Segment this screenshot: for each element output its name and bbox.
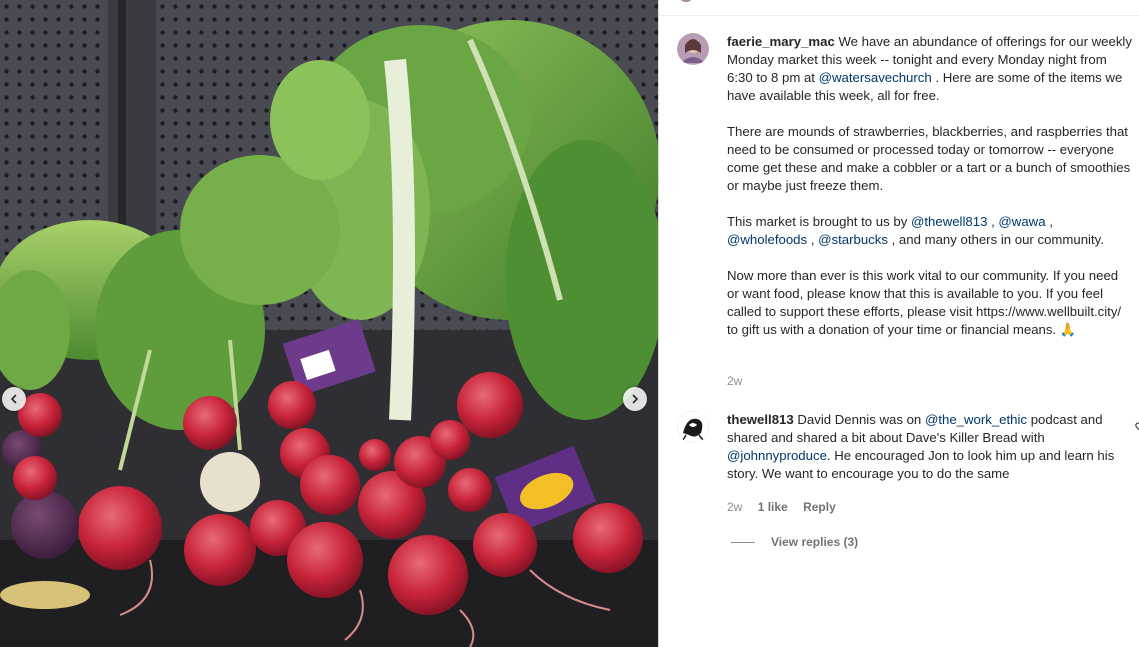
mention-link[interactable]: @the_work_ethic (925, 412, 1027, 427)
post-header-divider (659, 0, 1139, 16)
likes-count[interactable]: 1 like (758, 500, 788, 514)
post-photo[interactable] (0, 0, 658, 647)
reply-button[interactable]: Reply (803, 500, 836, 514)
comment-meta: 2w 1 like Reply (727, 500, 848, 514)
avatar[interactable] (677, 411, 709, 443)
divider-line (731, 541, 755, 543)
comments-panel: faerie_mary_mac We have an abundance of … (658, 0, 1139, 647)
view-replies-label: View replies (3) (771, 535, 859, 549)
caption-text-part: , and many others in our community. (887, 232, 1104, 247)
heart-icon[interactable] (1135, 421, 1139, 433)
mention-link[interactable]: @wholefoods (727, 232, 807, 247)
carousel-prev-button[interactable] (2, 387, 26, 411)
vegetables-photo (0, 0, 658, 647)
header-avatar[interactable] (679, 0, 693, 2)
separator: , (1045, 214, 1053, 229)
caption-meta: 2w (727, 374, 754, 388)
timestamp[interactable]: 2w (727, 374, 742, 388)
comment-text: thewell813 David Dennis was on @the_work… (727, 411, 1132, 483)
view-replies-button[interactable]: View replies (3) (731, 535, 858, 549)
mention-link[interactable]: @thewell813 (911, 214, 987, 229)
caption-text-part: This market is brought to us by (727, 214, 911, 229)
caption-text: faerie_mary_mac We have an abundance of … (727, 33, 1132, 357)
chevron-right-icon (632, 394, 639, 404)
comment-username[interactable]: thewell813 (727, 412, 794, 427)
carousel-next-button[interactable] (623, 387, 647, 411)
separator: , (807, 232, 819, 247)
caption-paragraph: There are mounds of strawberries, blackb… (727, 124, 1131, 193)
avatar[interactable] (677, 33, 709, 65)
praying-hands-icon: 🙏 (1059, 322, 1077, 337)
mention-link[interactable]: @starbucks (818, 232, 888, 247)
comment-text-part: David Dennis was on (793, 412, 925, 427)
mention-link[interactable]: @johnnyproduce (727, 448, 827, 463)
thewell-avatar-icon (677, 411, 709, 443)
caption-username[interactable]: faerie_mary_mac (727, 34, 835, 49)
user-avatar-icon (677, 33, 709, 65)
mention-link[interactable]: @watersavechurch (819, 70, 932, 85)
separator: , (987, 214, 999, 229)
timestamp[interactable]: 2w (727, 500, 742, 514)
mention-link[interactable]: @wawa (998, 214, 1045, 229)
chevron-left-icon (10, 394, 17, 404)
